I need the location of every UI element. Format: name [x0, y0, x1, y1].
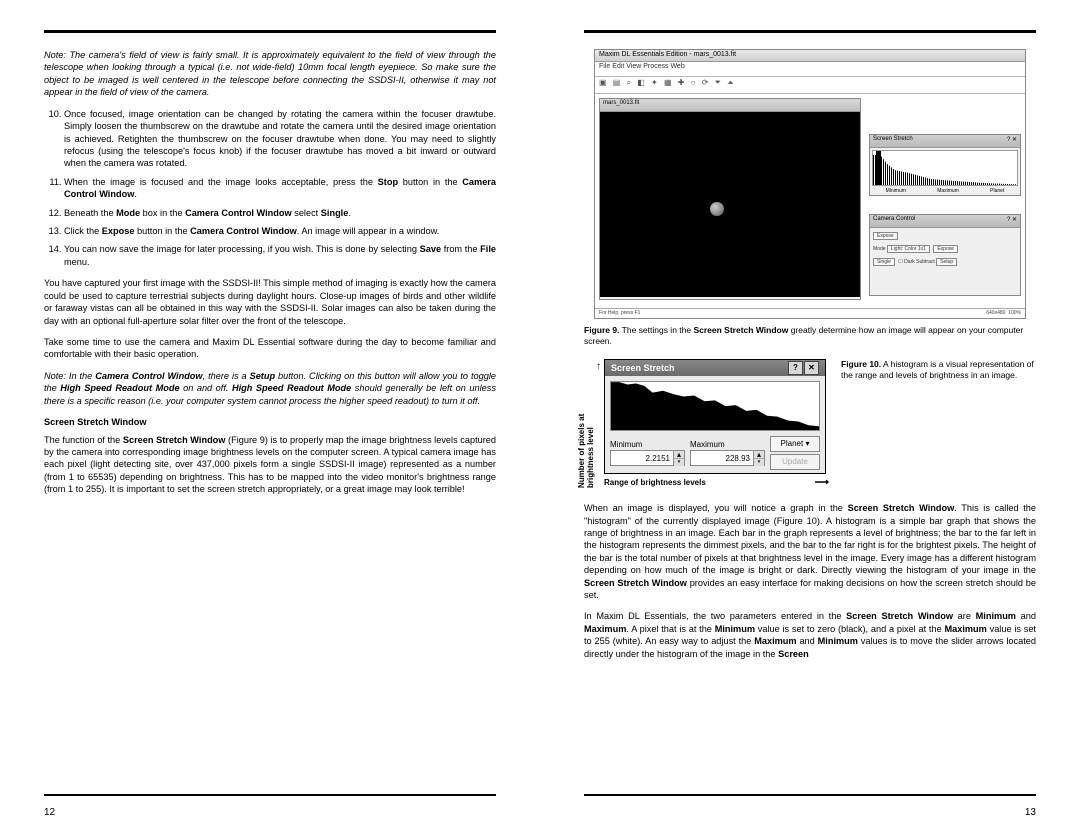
figure-10: ↑ Number of pixels at brightness level S…	[584, 359, 1036, 488]
arrow-right-icon: ⟶	[815, 477, 829, 488]
titlebar-icons: ?✕	[787, 361, 819, 375]
min-col: Minimum 2.2151 ▴▾	[610, 440, 685, 466]
stretch-title: Screen Stretch? ✕	[870, 135, 1020, 148]
y-axis-label: Number of pixels at brightness level	[578, 373, 596, 488]
page-number: 13	[1025, 807, 1036, 818]
bottom-rule	[44, 794, 496, 796]
app-body: mars_0013.fit Screen Stretch? ✕ Minimum	[595, 94, 1025, 304]
help-close-icons: ? ✕	[1007, 136, 1017, 146]
single-select: Single	[873, 258, 895, 266]
help-icon: ?	[788, 361, 803, 375]
figure-9-screenshot: Maxim DL Essentials Edition - mars_0013.…	[594, 49, 1026, 319]
camera-control-panel: Camera Control? ✕ Expose Mode Light: Col…	[869, 214, 1021, 296]
li-11: When the image is focused and the image …	[64, 176, 496, 201]
taketime-para: Take some time to use the camera and Max…	[44, 336, 496, 361]
li-12: Beneath the Mode box in the Camera Contr…	[64, 207, 496, 219]
note-setup: Note: In the Camera Control Window, ther…	[44, 370, 496, 407]
li-10: Once focused, image orientation can be c…	[64, 108, 496, 170]
min-input: 2.2151 ▴▾	[610, 450, 685, 466]
image-viewer: mars_0013.fit	[599, 98, 861, 300]
screen-stretch-panel: Screen Stretch? ✕ Minimum Maximum Planet	[869, 134, 1021, 196]
section-head-ssw: Screen Stretch Window	[44, 416, 496, 428]
expose-tab: Expose	[873, 232, 898, 240]
side-buttons: Planet ▾ Update	[770, 436, 820, 470]
note-fov: Note: The camera's field of view is fair…	[44, 49, 496, 99]
captured-para: You have captured your first image with …	[44, 277, 496, 327]
figure-10-graphic: ↑ Number of pixels at brightness level S…	[584, 359, 829, 488]
app-title: Maxim DL Essentials Edition - mars_0013.…	[595, 50, 1025, 62]
spinner-icon: ▴▾	[753, 451, 764, 465]
page-12: Note: The camera's field of view is fair…	[0, 0, 540, 834]
planet-image	[710, 202, 724, 216]
min-label: Minimum	[610, 440, 685, 449]
top-rule	[584, 30, 1036, 33]
setup-button: Setup	[936, 258, 957, 266]
ssw-para: The function of the Screen Stretch Windo…	[44, 434, 496, 496]
figure-10-caption: Figure 10. A histogram is a visual repre…	[841, 359, 1036, 488]
stretch-titlebar: Screen Stretch ?✕	[605, 360, 825, 376]
figure-9-caption: Figure 9. The settings in the Screen Str…	[584, 325, 1036, 347]
x-axis-label: Range of brightness levels ⟶	[604, 477, 829, 488]
histogram	[872, 150, 1018, 186]
page-number: 12	[44, 807, 55, 818]
stretch-labels: Minimum Maximum Planet	[870, 188, 1020, 194]
toolbar: ▣ ▤ ⌕ ◧ ✦ ▦ ✚ ○ ⟳ ⏷ ⏶	[595, 77, 1025, 94]
viewer-title: mars_0013.fit	[600, 99, 860, 112]
camctrl-title: Camera Control? ✕	[870, 215, 1020, 228]
li-14: You can now save the image for later pro…	[64, 243, 496, 268]
menu-bar: File Edit View Process Web	[595, 62, 1025, 77]
screen-stretch-window: Screen Stretch ?✕ Minimum 2.2151	[604, 359, 826, 474]
expose-button: Expose	[933, 245, 958, 253]
page-13: Maxim DL Essentials Edition - mars_0013.…	[540, 0, 1080, 834]
close-icon: ✕	[804, 361, 819, 375]
spinner-icon: ▴▾	[673, 451, 684, 465]
li-13: Click the Expose button in the Camera Co…	[64, 225, 496, 237]
bottom-rule	[584, 794, 1036, 796]
max-col: Maximum 228.93 ▴▾	[690, 440, 765, 466]
status-bar: For Help, press F1 640x480 100%	[595, 308, 1025, 318]
histogram-para: When an image is displayed, you will not…	[584, 502, 1036, 601]
update-button: Update	[770, 454, 820, 470]
max-label: Maximum	[690, 440, 765, 449]
controls-row: Minimum 2.2151 ▴▾ Maximum 228.93 ▴▾	[605, 436, 825, 473]
arrow-up-icon: ↑	[596, 361, 601, 372]
numbered-list: Once focused, image orientation can be c…	[44, 108, 496, 269]
preset-select: Planet ▾	[770, 436, 820, 452]
minmax-para: In Maxim DL Essentials, the two paramete…	[584, 610, 1036, 660]
spread: Note: The camera's field of view is fair…	[0, 0, 1080, 834]
histogram	[610, 381, 820, 431]
image-area	[600, 112, 860, 297]
help-close-icons: ? ✕	[1007, 216, 1017, 226]
top-rule	[44, 30, 496, 33]
mode-select: Light: Color 1x1	[887, 245, 930, 253]
side-panels: Screen Stretch? ✕ Minimum Maximum Planet…	[865, 94, 1025, 304]
max-input: 228.93 ▴▾	[690, 450, 765, 466]
